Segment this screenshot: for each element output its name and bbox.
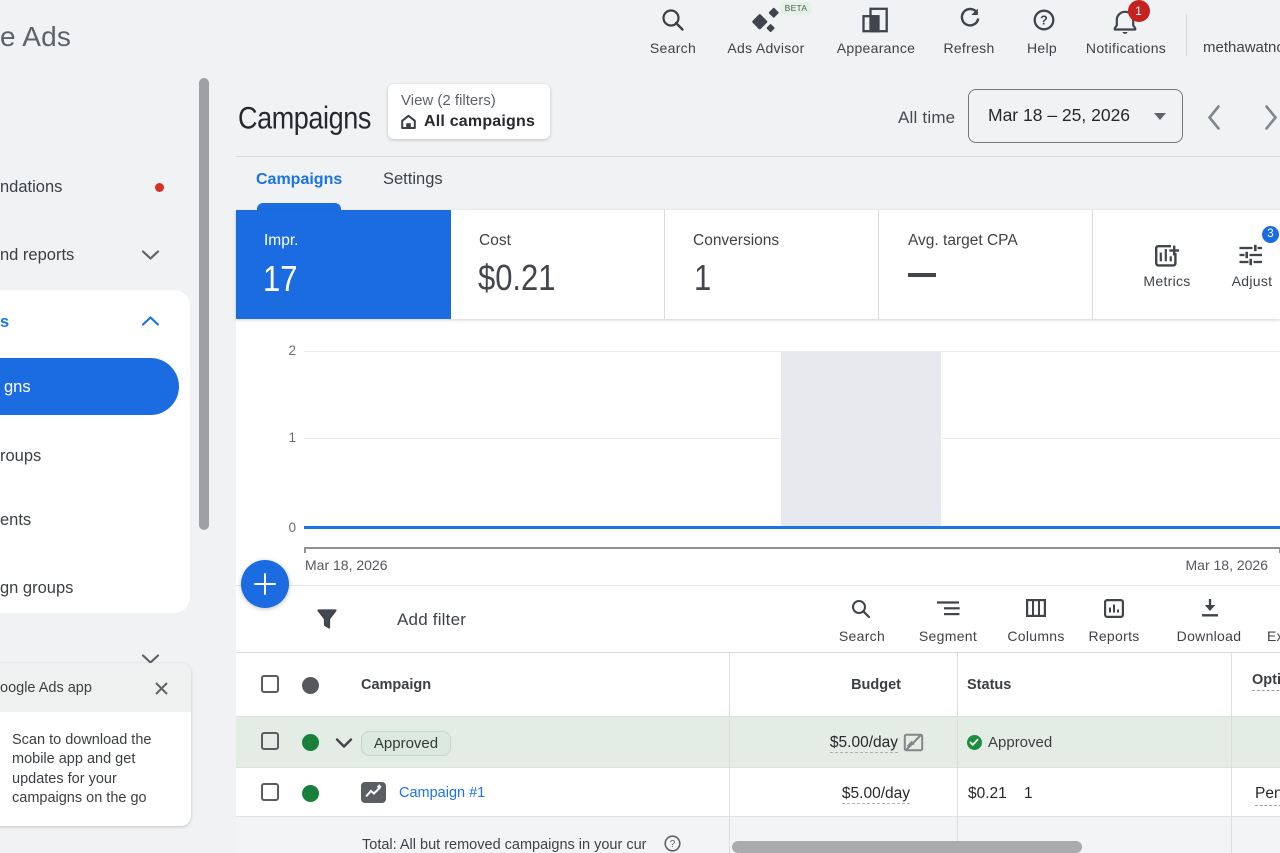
svg-text:?: ?: [670, 839, 676, 850]
